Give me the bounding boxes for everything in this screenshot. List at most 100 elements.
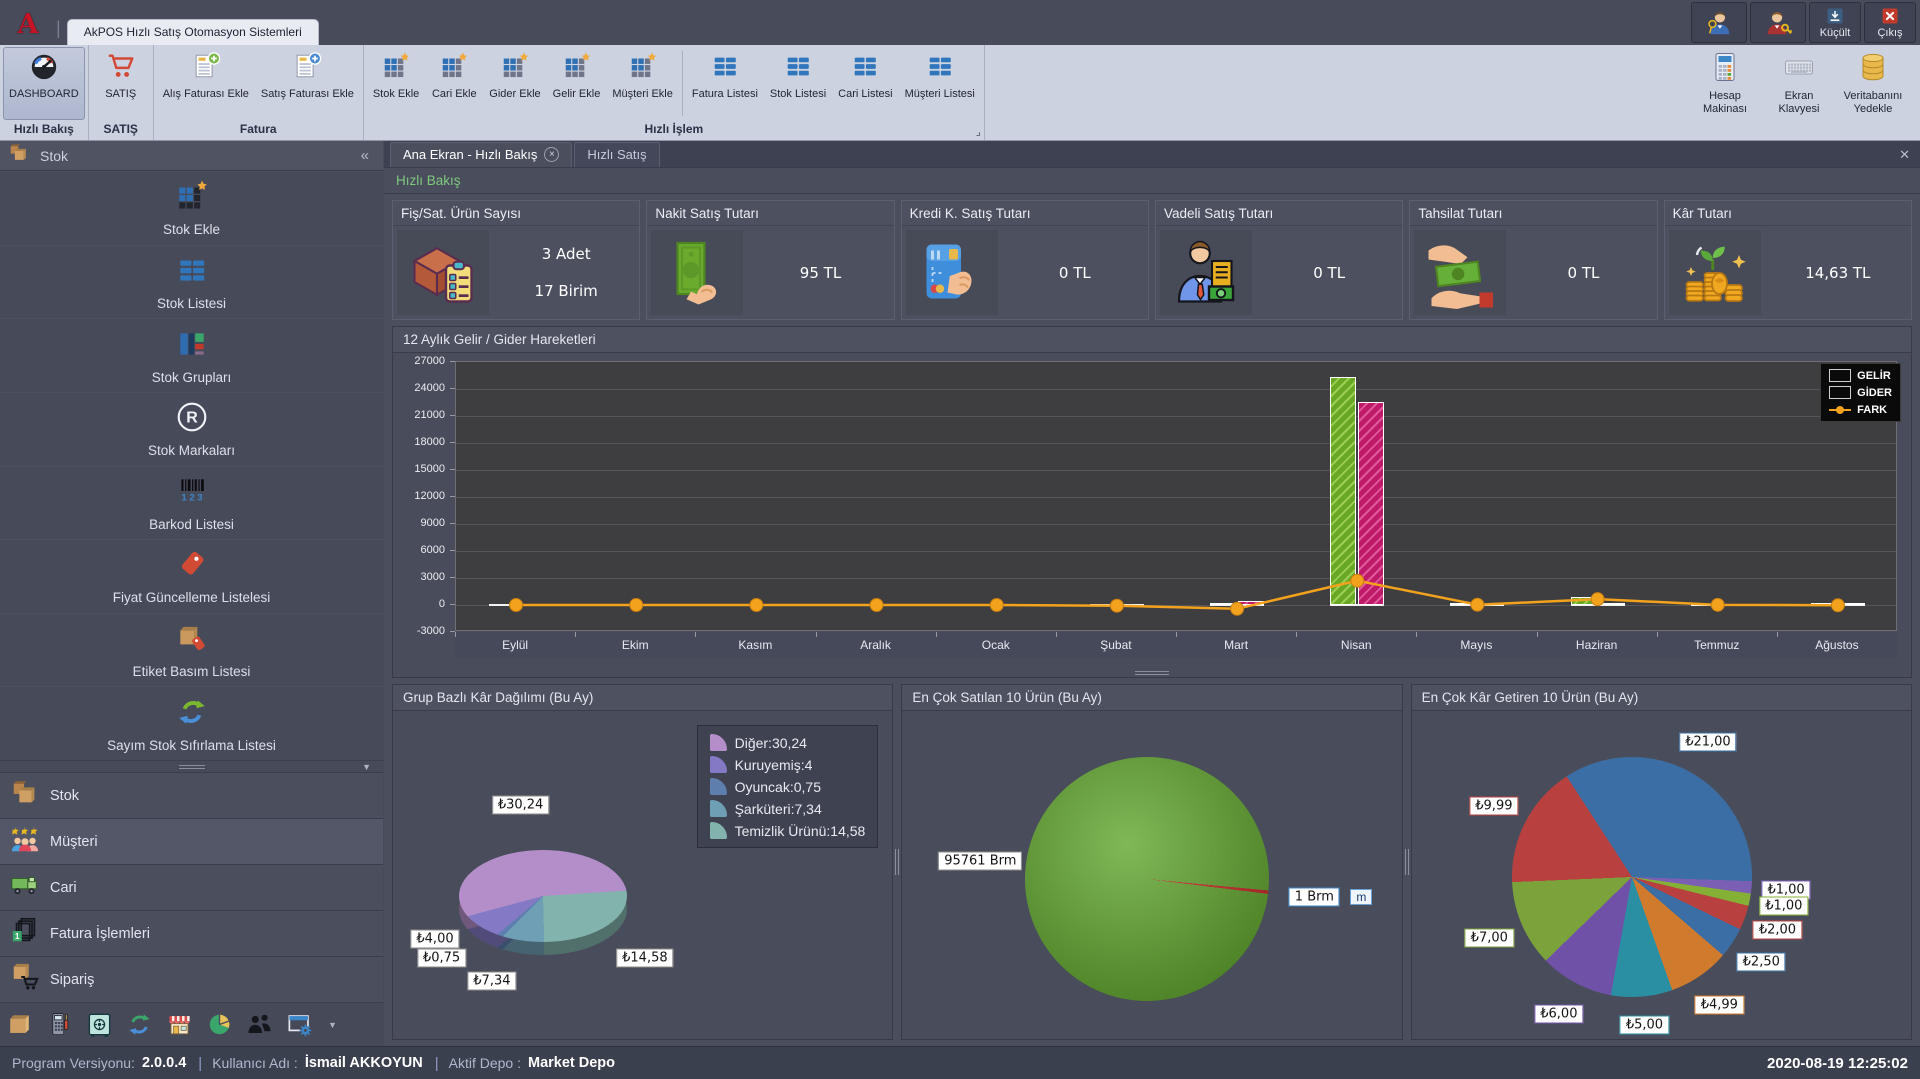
ribbon-button-label: Veritabanını Yedekle — [1844, 90, 1903, 115]
refresh-icon[interactable] — [126, 1011, 153, 1038]
chevron-down-icon[interactable]: ▼ — [362, 762, 371, 772]
sidebar-item-label: Etiket Basım Listesi — [133, 664, 251, 679]
kpi-values: 14,63 TL — [1765, 226, 1911, 319]
ribbon-button-stok-ekle[interactable]: Stok Ekle — [367, 47, 425, 120]
pie-legend-swatch — [710, 800, 727, 817]
ribbon-right-buttons: Hesap MakinasıEkran Klavyesi Veritabanını… — [1688, 45, 1920, 140]
y-axis-label: 27000 — [395, 355, 445, 367]
sidebar-item-stok-ekle[interactable]: Stok Ekle — [0, 171, 383, 245]
sidebar-item-stok-listesi[interactable]: Stok Listesi — [0, 245, 383, 319]
sidebar-resize-handle[interactable]: ▼ — [0, 760, 383, 772]
sidebar-group-cari[interactable]: Cari — [0, 864, 383, 910]
svg-text:1 2 3: 1 2 3 — [181, 492, 202, 503]
ribbon-button-dashboard[interactable]: DASHBOARD — [3, 47, 85, 120]
sidebar-group-fatura-iislemleri[interactable]: 1Fatura İşlemleri — [0, 910, 383, 956]
sidebar-group-musteri[interactable]: Müşteri — [0, 818, 383, 864]
truck-icon — [10, 870, 40, 905]
ribbon-button-gider-ekle[interactable]: Gider Ekle — [483, 47, 546, 120]
y-axis-tick — [450, 388, 455, 389]
tab-hizli-satis[interactable]: Hızlı Satış — [574, 142, 659, 167]
user-profile-button[interactable] — [1691, 2, 1747, 43]
ribbon-button-alis-faturasi-ekle[interactable]: Alış Faturası Ekle — [157, 47, 255, 120]
sidebar-item-fiyat-guncelleme-listelesi[interactable]: Fiyat Güncelleme Listelesi — [0, 539, 383, 613]
minimize-button[interactable]: Küçült — [1809, 2, 1861, 43]
legend-label: GİDER — [1857, 387, 1892, 399]
ribbon-button-fatura-listesi[interactable]: Fatura Listesi — [686, 47, 764, 120]
top-sold-products-pie: 95761 Brm1 Brmm — [902, 711, 1401, 1039]
ribbon-button-stok-listesi[interactable]: Stok Listesi — [764, 47, 832, 120]
ribbon-button-musteri-ekle[interactable]: Müşteri Ekle — [606, 47, 679, 120]
sidebar-item-barkod-listesi[interactable]: 1 2 3Barkod Listesi — [0, 466, 383, 540]
sidebar-group-stok[interactable]: Stok — [0, 772, 383, 818]
store-icon[interactable] — [166, 1011, 193, 1038]
app-title-tab[interactable]: AkPOS Hızlı Satış Otomasyon Sistemleri — [67, 19, 319, 45]
window-gear-icon[interactable] — [286, 1011, 313, 1038]
income-expense-chart-panel: 12 Aylık Gelir / Gider Hareketleri 27000… — [392, 326, 1912, 678]
sidebar-group-siparis[interactable]: Sipariş — [0, 956, 383, 1002]
sidebar-item-etiket-basim-listesi[interactable]: Etiket Basım Listesi — [0, 613, 383, 687]
pie-legend-item: Kuruyemiş:4 — [710, 756, 866, 773]
pie-icon[interactable] — [206, 1011, 233, 1038]
ribbon-button-satis-faturasi-ekle[interactable]: Satış Faturası Ekle — [255, 47, 360, 120]
kpi-value: 0 TL — [1568, 264, 1600, 282]
chart-resize-handle[interactable] — [393, 671, 1911, 675]
pie-slice-label-2-50: ₺2,50 — [1737, 952, 1786, 971]
x-axis-label: Ağustos — [1815, 638, 1858, 652]
ribbon-button-label: Müşteri Listesi — [905, 88, 975, 101]
x-axis-tick — [936, 632, 937, 637]
y-axis-label: 24000 — [395, 382, 445, 394]
ribbon-button-cari-ekle[interactable]: Cari Ekle — [425, 47, 483, 120]
sidebar-item-label: Stok Ekle — [163, 222, 220, 237]
safe-icon[interactable] — [86, 1011, 113, 1038]
exit-button[interactable]: Çıkış — [1864, 2, 1916, 43]
pos-terminal-icon[interactable] — [46, 1011, 73, 1038]
sidebar-item-label: Stok Markaları — [148, 443, 235, 458]
x-axis-tick — [1296, 632, 1297, 637]
sidebar-item-stok-markalari[interactable]: RStok Markaları — [0, 392, 383, 466]
x-axis-label: Şubat — [1100, 638, 1131, 652]
ribbon-group-hizli-bakis: DASHBOARDHızlı Bakış — [0, 45, 89, 140]
tab-close-icon[interactable]: × — [544, 147, 559, 162]
pie-legend-item: Temizlik Ürünü:14,58 — [710, 822, 866, 839]
ribbon-button-ekran-klavyesi[interactable]: Ekran Klavyesi — [1762, 47, 1836, 140]
ribbon-button-satis[interactable]: SATIŞ — [92, 47, 150, 120]
grid-list-icon — [710, 51, 740, 86]
kpi-card-fis-sat-urun-sayisi: Fiş/Sat. Ürün Sayısı3 Adet17 Birim — [392, 200, 640, 320]
ribbon-button-veritabanini-yedekle[interactable]: Veritabanını Yedekle — [1836, 47, 1910, 140]
panel-splitter[interactable] — [893, 684, 901, 1040]
ribbon-button-musteri-listesi[interactable]: Müşteri Listesi — [899, 47, 981, 120]
ribbon-button-label: Stok Ekle — [373, 88, 419, 101]
tab-ana-ekran-hizli-bakis[interactable]: Ana Ekran - Hızlı Bakış× — [390, 142, 572, 167]
ribbon-button-hesap-makinasi[interactable]: Hesap Makinası — [1688, 47, 1762, 140]
box-tag-icon — [175, 621, 209, 660]
x-axis-label: Nisan — [1341, 638, 1372, 652]
calculator-icon — [1709, 51, 1741, 88]
coins-plant-icon — [1669, 230, 1761, 315]
kpi-value: 0 TL — [1059, 264, 1091, 282]
titlebar: A | AkPOS Hızlı Satış Otomasyon Sistemle… — [0, 0, 1920, 45]
ribbon-button-cari-listesi[interactable]: Cari Listesi — [832, 47, 898, 120]
app-logo: A — [0, 5, 56, 45]
ribbon-button-label: Cari Listesi — [838, 88, 892, 101]
ribbon-group-label: Hızlı İşlem — [364, 120, 984, 140]
sidebar-item-label: Stok Listesi — [157, 296, 226, 311]
people-icon[interactable] — [246, 1011, 273, 1038]
y-axis-label: 3000 — [395, 571, 445, 583]
sidebar-footer-icons: ▼ — [0, 1002, 383, 1046]
pie-legend-label: Temizlik Ürünü:14,58 — [735, 823, 866, 839]
group-dialog-launcher[interactable]: ⌟ — [976, 125, 981, 138]
pie1-title: Grup Bazlı Kâr Dağılımı (Bu Ay) — [393, 685, 892, 711]
pie-legend-label: Kuruyemiş:4 — [735, 757, 813, 773]
panel-splitter[interactable] — [1403, 684, 1411, 1040]
pie-slice-label-1-brm: 1 Brm — [1289, 888, 1340, 907]
chevron-down-icon[interactable]: ▼ — [328, 1020, 337, 1030]
status-label: Program Versiyonu: — [12, 1055, 135, 1071]
sidebar-collapse-button[interactable]: « — [355, 147, 375, 164]
user-admin-button[interactable] — [1750, 2, 1806, 43]
tabs-close-icon[interactable]: ✕ — [1899, 147, 1920, 167]
ribbon-button-gelir-ekle[interactable]: Gelir Ekle — [547, 47, 607, 120]
status-separator: | — [435, 1055, 439, 1072]
box-icon[interactable] — [6, 1011, 33, 1038]
sidebar-item-stok-gruplari[interactable]: Stok Grupları — [0, 318, 383, 392]
sidebar-item-sayim-stok-sifirlama-listesi[interactable]: Sayım Stok Sıfırlama Listesi — [0, 686, 383, 760]
